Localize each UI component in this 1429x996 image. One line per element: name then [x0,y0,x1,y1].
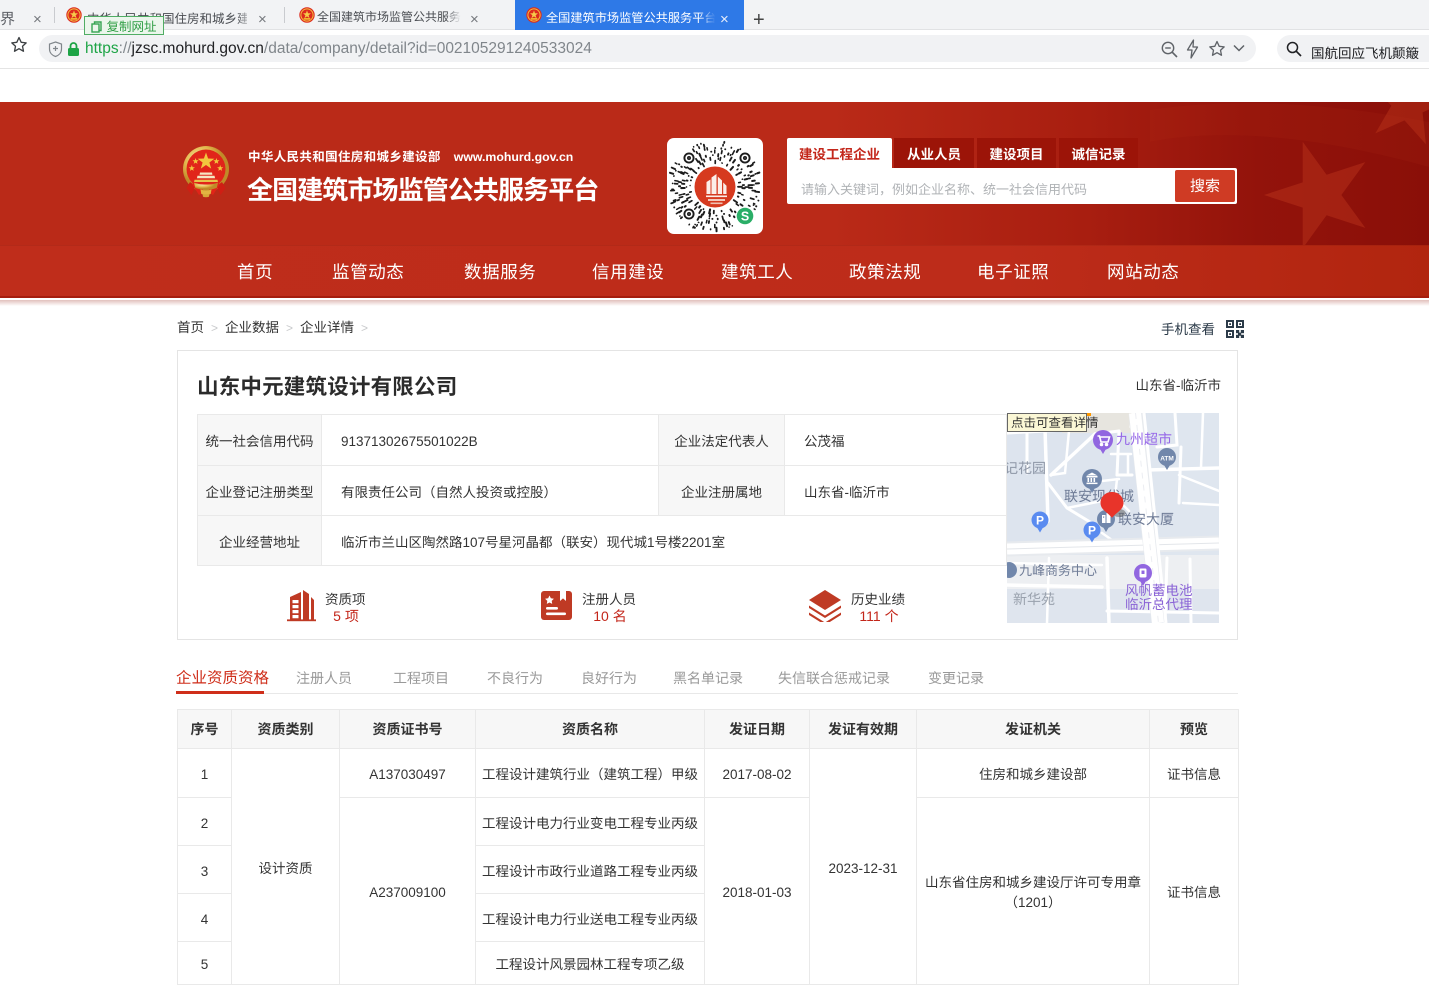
svg-text:九州超市: 九州超市 [1116,429,1172,449]
svg-text:记花园: 记花园 [1007,458,1046,478]
svg-text:新华苑: 新华苑 [1013,589,1055,609]
svg-text:P: P [1036,512,1044,529]
svg-text:九峰商务中心: 九峰商务中心 [1019,560,1097,579]
svg-text:点击可查看详情: 点击可查看详情 [1011,413,1099,431]
svg-text:ATM: ATM [1160,453,1174,463]
svg-text:S: S [741,210,749,224]
svg-text:P: P [1088,522,1096,539]
svg-text:联安大厦: 联安大厦 [1118,509,1174,529]
svg-text:临沂总代理: 临沂总代理 [1125,593,1193,613]
